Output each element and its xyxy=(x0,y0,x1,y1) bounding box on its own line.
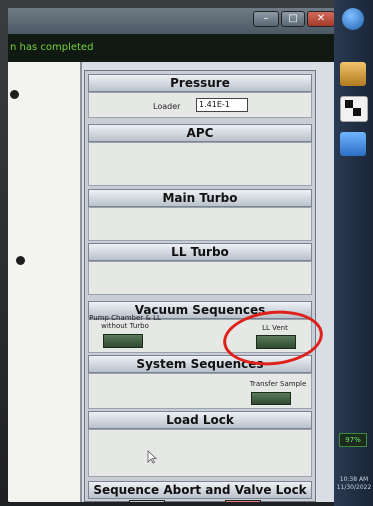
start-orb-icon[interactable] xyxy=(342,8,364,30)
section-body-ll-turbo xyxy=(88,261,312,295)
section-header-apc[interactable]: APC xyxy=(88,124,312,142)
clock-time: 10:38 AM xyxy=(339,476,369,483)
section-header-sequence-abort[interactable]: Sequence Abort and Valve Lock xyxy=(88,481,312,499)
section-body-apc xyxy=(88,142,312,186)
transfer-sample-button[interactable] xyxy=(251,392,291,405)
folder-icon[interactable] xyxy=(340,62,366,86)
loader-label: Loader xyxy=(153,102,181,111)
pump-chamber-label: Pump Chamber & LL without Turbo xyxy=(89,314,161,330)
section-body-main-turbo xyxy=(88,207,312,241)
section-header-main-turbo[interactable]: Main Turbo xyxy=(88,189,312,207)
title-bar: – □ ✕ xyxy=(8,8,338,34)
indicator-dot xyxy=(16,256,25,265)
app-icon[interactable] xyxy=(340,96,368,122)
section-body-system-sequences: Transfer Sample xyxy=(88,373,312,409)
pump-chamber-button[interactable] xyxy=(103,334,143,348)
section-header-load-lock[interactable]: Load Lock xyxy=(88,411,312,429)
loader-pressure-field[interactable]: 1.41E-1 xyxy=(196,98,248,112)
section-header-pressure[interactable]: Pressure xyxy=(88,74,312,92)
section-body-pressure: Loader 1.41E-1 xyxy=(88,92,312,118)
window-icon[interactable] xyxy=(340,132,366,156)
status-notice: n has completed xyxy=(8,34,338,62)
indicator-dot xyxy=(10,90,19,99)
clock[interactable]: 10:38 AM 11/30/2022 xyxy=(335,476,373,492)
maximize-icon: □ xyxy=(288,13,298,24)
minimize-icon: – xyxy=(263,13,269,24)
battery-indicator[interactable]: 97% xyxy=(339,433,367,447)
section-header-ll-turbo[interactable]: LL Turbo xyxy=(88,243,312,261)
control-panel: Pressure Loader 1.41E-1 APC Main Turbo L… xyxy=(84,70,316,502)
close-button[interactable]: ✕ xyxy=(307,11,335,27)
abort-button[interactable] xyxy=(129,500,165,502)
screen: – □ ✕ n has completed Pressure Loader 1.… xyxy=(8,8,338,502)
clock-date: 11/30/2022 xyxy=(336,484,372,491)
taskbar: 97% 10:38 AM 11/30/2022 xyxy=(334,0,373,506)
mouse-cursor-icon xyxy=(147,450,157,464)
section-body-load-lock xyxy=(88,429,312,477)
maximize-button[interactable]: □ xyxy=(281,11,305,27)
minimize-button[interactable]: – xyxy=(253,11,279,27)
close-icon: ✕ xyxy=(316,13,326,24)
valve-lock-button[interactable] xyxy=(225,500,261,502)
left-pane xyxy=(8,62,82,502)
transfer-sample-label: Transfer Sample xyxy=(249,380,307,388)
